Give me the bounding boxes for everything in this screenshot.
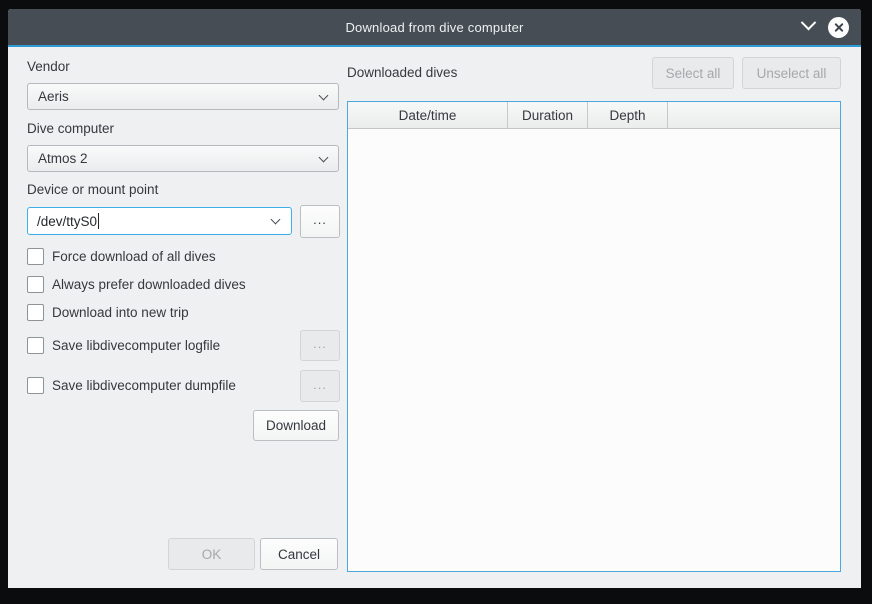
device-input[interactable]: /dev/ttyS0 <box>27 207 292 235</box>
chevron-down-icon <box>319 90 329 100</box>
browse-button-label: ... <box>313 377 327 392</box>
chevron-down-icon <box>319 152 329 162</box>
checkbox-row-logfile[interactable]: Save libdivecomputer logfile <box>27 337 220 354</box>
checkbox-label: Save libdivecomputer dumpfile <box>52 378 236 393</box>
chevron-down-icon <box>271 215 281 225</box>
logfile-browse-button[interactable]: ... <box>300 330 340 361</box>
download-button[interactable]: Download <box>253 410 339 441</box>
checkbox-row-new-trip[interactable]: Download into new trip <box>27 304 189 321</box>
dive-computer-value: Atmos 2 <box>38 151 88 166</box>
table-header-row: Date/time Duration Depth <box>348 102 840 129</box>
dumpfile-browse-button[interactable]: ... <box>300 370 340 402</box>
device-browse-button[interactable]: ... <box>300 205 340 238</box>
table-body-empty[interactable] <box>348 129 840 571</box>
checkbox-label: Download into new trip <box>52 305 189 320</box>
checkbox-row-dumpfile[interactable]: Save libdivecomputer dumpfile <box>27 377 236 394</box>
checkbox-label: Force download of all dives <box>52 249 216 264</box>
ok-button[interactable]: OK <box>168 538 255 570</box>
close-icon <box>833 22 844 33</box>
checkbox[interactable] <box>27 248 44 265</box>
titlebar-accent-line <box>8 45 861 47</box>
downloaded-dives-title: Downloaded dives <box>347 65 457 80</box>
dive-computer-select[interactable]: Atmos 2 <box>27 145 339 172</box>
dive-computer-label: Dive computer <box>27 121 114 136</box>
download-dialog-window: Download from dive computer Vendor Aeris… <box>8 9 861 588</box>
device-value: /dev/ttyS0 <box>37 214 97 229</box>
vendor-value: Aeris <box>38 89 69 104</box>
browse-button-label: ... <box>313 212 327 227</box>
column-header-duration[interactable]: Duration <box>508 102 588 128</box>
checkbox[interactable] <box>27 276 44 293</box>
checkbox-label: Always prefer downloaded dives <box>52 277 246 292</box>
device-label: Device or mount point <box>27 182 158 197</box>
browse-button-label: ... <box>313 336 327 351</box>
titlebar[interactable]: Download from dive computer <box>8 9 861 45</box>
unselect-all-button[interactable]: Unselect all <box>742 57 841 89</box>
close-button[interactable] <box>828 17 849 38</box>
checkbox[interactable] <box>27 377 44 394</box>
select-all-button[interactable]: Select all <box>652 57 734 89</box>
cancel-button[interactable]: Cancel <box>260 538 338 570</box>
checkbox[interactable] <box>27 304 44 321</box>
checkbox-row-force-download[interactable]: Force download of all dives <box>27 248 216 265</box>
window-title: Download from dive computer <box>345 20 523 35</box>
column-header-datetime[interactable]: Date/time <box>348 102 508 128</box>
chevron-down-icon[interactable] <box>801 15 817 31</box>
checkbox-label: Save libdivecomputer logfile <box>52 338 220 353</box>
downloaded-dives-table[interactable]: Date/time Duration Depth <box>347 101 841 572</box>
checkbox-row-prefer-downloaded[interactable]: Always prefer downloaded dives <box>27 276 246 293</box>
checkbox[interactable] <box>27 337 44 354</box>
column-header-depth[interactable]: Depth <box>588 102 668 128</box>
vendor-select[interactable]: Aeris <box>27 83 339 110</box>
column-header-empty <box>668 102 840 128</box>
text-cursor <box>98 213 99 229</box>
vendor-label: Vendor <box>27 59 70 74</box>
